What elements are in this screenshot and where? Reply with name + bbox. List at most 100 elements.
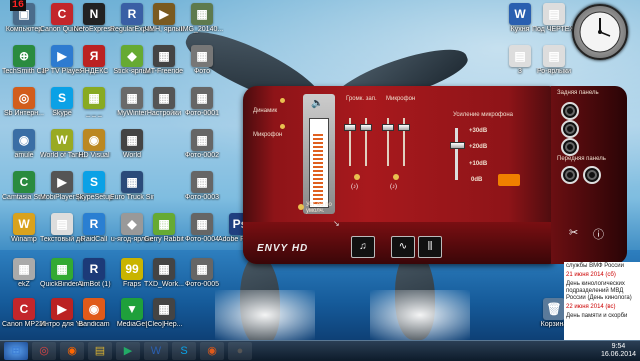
news-date: 22 июня 2014 (вс) bbox=[566, 304, 616, 310]
desktop-icon-label: Ро-ярлыки bbox=[536, 68, 572, 75]
desktop-icon[interactable]: ▦Euro Truck Simulator 2 bbox=[110, 171, 154, 202]
taskbar-chrome-button[interactable]: ◎ bbox=[32, 342, 56, 360]
app-icon: ▦ bbox=[191, 87, 213, 109]
info-icon[interactable]: ⓘ bbox=[593, 226, 604, 242]
boost-ladder[interactable] bbox=[455, 128, 458, 180]
news-widget[interactable]: службы ВМФ России 21 июня 2014 (сб) День… bbox=[564, 262, 640, 346]
app-icon: 99 bbox=[121, 258, 143, 280]
app-icon: ▦ bbox=[153, 87, 175, 109]
tools-icon[interactable]: ✂ bbox=[569, 226, 578, 239]
app-icon: ▤ bbox=[509, 45, 531, 67]
volume-fill bbox=[313, 134, 323, 204]
mic-slider-right-knob[interactable] bbox=[398, 124, 410, 131]
desktop-icon[interactable]: ▦ Фото-0005 bbox=[180, 258, 224, 289]
taskbar-files-button[interactable]: ▤ bbox=[88, 342, 112, 360]
taskbar-bandicam-button[interactable]: ◉ bbox=[200, 342, 224, 360]
record-slider-right-knob[interactable] bbox=[360, 124, 372, 131]
desktop-icon[interactable]: ▦ IMG_20140... bbox=[180, 3, 224, 34]
system-clock[interactable]: 9:54 16.06.2014 bbox=[601, 343, 636, 359]
app-icon: 🗑 bbox=[543, 298, 565, 320]
record-lock-icon[interactable] bbox=[354, 174, 360, 180]
clock-face-icon bbox=[579, 11, 621, 53]
app-icon: ▶ bbox=[51, 171, 73, 193]
record-volume-label: Громк. зап. bbox=[346, 96, 377, 102]
app-icon: ▦ bbox=[51, 258, 73, 280]
app-icon: ▦ bbox=[191, 171, 213, 193]
boost-level-0[interactable]: 0dB bbox=[471, 177, 482, 183]
mixer-button[interactable]: ⫼ bbox=[418, 236, 442, 258]
app-icon: ▤ bbox=[51, 213, 73, 235]
boost-knob[interactable] bbox=[450, 142, 465, 149]
mic-lock-icon[interactable] bbox=[393, 174, 399, 180]
back-jack-1[interactable] bbox=[561, 102, 579, 120]
desktop-icon[interactable]: ▦ Фото-0003 bbox=[180, 171, 224, 202]
mic-slider-left-knob[interactable] bbox=[382, 124, 394, 131]
desktop-icon-label: Фото bbox=[193, 68, 211, 75]
boost-level-10[interactable]: +10dB bbox=[469, 161, 487, 167]
wallpaper-splash bbox=[370, 290, 470, 340]
app-icon: ▦ bbox=[13, 258, 35, 280]
tab-speaker[interactable]: Динамик bbox=[253, 108, 277, 114]
app-icon: W bbox=[509, 3, 531, 25]
counter-badge: 16 bbox=[10, 0, 27, 11]
desktop-icon[interactable]: ▦ World bbox=[110, 129, 154, 160]
mic-mute-icon[interactable]: (♪) bbox=[390, 184, 397, 190]
volume-bar[interactable] bbox=[309, 118, 329, 208]
news-item: День кинологических подразделений МВД Ро… bbox=[566, 281, 632, 301]
clock-gadget[interactable] bbox=[572, 4, 628, 60]
app-icon: C bbox=[13, 298, 35, 320]
app-icon: C bbox=[51, 3, 73, 25]
audio-panel-main: Динамик Микрофон 🔈 Уст-во по умолч. Гром… bbox=[243, 86, 555, 264]
app-icon: W bbox=[13, 213, 35, 235]
news-item: службы ВМФ России bbox=[566, 263, 625, 269]
desktop-icon[interactable]: ▤ Ро-ярлыки bbox=[532, 45, 576, 76]
app-icon: Я bbox=[83, 45, 105, 67]
tab-microphone[interactable]: Микрофон bbox=[253, 132, 282, 138]
desktop-icon[interactable]: ▦ Фото bbox=[180, 45, 224, 76]
front-jack-1[interactable] bbox=[561, 166, 579, 184]
taskbar: ⊞ ◎ ◉ ▤ ▶ W S ◉ ● 9:54 16.06.2014 bbox=[0, 340, 640, 361]
default-device-label[interactable]: Уст-во по умолч. bbox=[306, 202, 346, 214]
desktop-icon-label: Фото-0003 bbox=[185, 194, 219, 201]
desktop-icon[interactable]: ▦ [Cleo]Hep... bbox=[142, 298, 186, 329]
app-icon: ◉ bbox=[13, 129, 35, 151]
back-jack-3[interactable] bbox=[561, 138, 579, 156]
front-jack-2[interactable] bbox=[583, 166, 601, 184]
record-mute-icon[interactable]: (♪) bbox=[351, 184, 358, 190]
desktop-icon-label: Фото-0005 bbox=[185, 281, 219, 288]
audio-control-panel: Динамик Микрофон 🔈 Уст-во по умолч. Гром… bbox=[243, 86, 627, 264]
app-icon: ▦ bbox=[153, 298, 175, 320]
desktop-icon-label: Фото-0002 bbox=[185, 152, 219, 159]
app-icon: C bbox=[13, 171, 35, 193]
desktop-icon[interactable]: ▦ Фото-0002 bbox=[180, 129, 224, 160]
default-device-dot-icon bbox=[298, 204, 304, 210]
app-icon: ▶ bbox=[153, 3, 175, 25]
equalizer-button[interactable]: ∿ bbox=[391, 236, 415, 258]
boost-level-20[interactable]: +20dB bbox=[469, 144, 487, 150]
app-icon: N bbox=[83, 3, 105, 25]
effects-button[interactable]: ♫ bbox=[351, 236, 375, 258]
app-icon: ▦ bbox=[191, 129, 213, 151]
taskbar-word-button[interactable]: W bbox=[144, 342, 168, 360]
back-jack-2[interactable] bbox=[561, 120, 579, 138]
boost-level-30[interactable]: +30dB bbox=[469, 128, 487, 134]
taskbar-start-button[interactable]: ⊞ bbox=[4, 342, 28, 360]
app-icon: S bbox=[51, 87, 73, 109]
app-icon: ▶ bbox=[51, 298, 73, 320]
taskbar-skype-button[interactable]: S bbox=[172, 342, 196, 360]
desktop-icon[interactable]: ▦ Фото-0001 bbox=[180, 87, 224, 118]
app-icon: ▤ bbox=[543, 45, 565, 67]
record-slider-left-knob[interactable] bbox=[344, 124, 356, 131]
desktop-icon[interactable]: ▤Под ЧЕРТЕЖИ bbox=[532, 3, 576, 34]
app-icon: ◉ bbox=[83, 129, 105, 151]
app-icon: ▦ bbox=[83, 87, 105, 109]
taskbar-yandex-button[interactable]: ◉ bbox=[60, 342, 84, 360]
news-item: День памяти и скорби bbox=[566, 313, 628, 319]
taskbar-recording-button[interactable]: ● bbox=[228, 342, 252, 360]
taskbar-media-button[interactable]: ▶ bbox=[116, 342, 140, 360]
app-icon: ▤ bbox=[543, 3, 565, 25]
brand-logo: ENVY HD bbox=[257, 243, 309, 254]
app-icon: W bbox=[51, 129, 73, 151]
app-icon: ◆ bbox=[121, 45, 143, 67]
panel-arrow-icon[interactable]: ↘ bbox=[333, 219, 340, 228]
